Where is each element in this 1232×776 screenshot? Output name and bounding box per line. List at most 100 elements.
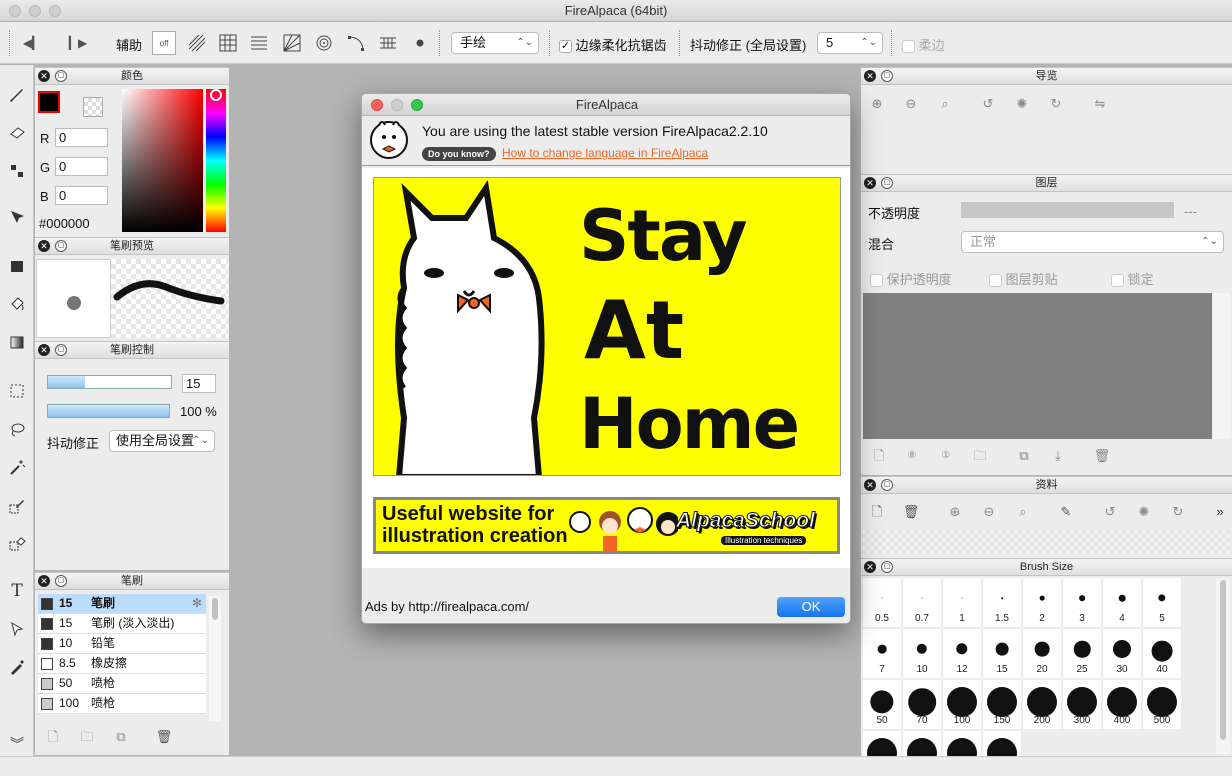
merge-down-icon[interactable]: ⤓ [1049,447,1067,465]
zoom-fit-icon[interactable]: ⌕ [936,95,954,113]
brush-size-cell[interactable]: 15 [983,629,1021,678]
brush-stabilizer-select[interactable]: 使用全局设置 ⌃⌄ [109,430,215,452]
brush-size-cell[interactable]: 2 [1023,578,1061,627]
hue-slider[interactable] [206,89,226,232]
more-icon[interactable]: » [1211,503,1229,521]
brush-opacity-slider[interactable] [47,404,170,418]
brush-size-cell[interactable]: 300 [1063,680,1101,729]
lasso-tool-icon[interactable] [6,418,28,440]
brush-size-cell[interactable]: 30 [1103,629,1141,678]
close-icon[interactable]: ✕ [864,479,876,491]
snap-parallel-icon[interactable] [185,31,209,55]
gear-icon[interactable]: ✻ [192,594,202,613]
snap-circle-icon[interactable] [312,31,336,55]
rotate-reset-icon[interactable]: ✺ [1013,95,1031,113]
select-tool-icon[interactable] [6,380,28,402]
new-material-icon[interactable]: 🗋 [868,503,886,521]
scrollbar-thumb[interactable] [212,598,218,620]
delete-material-icon[interactable]: 🗑 [902,503,920,521]
rotate-left-icon[interactable]: ↺ [1101,503,1119,521]
brush-size-cell[interactable]: 0.7 [903,578,941,627]
move-tool-icon[interactable] [6,206,28,228]
brush-size-cell[interactable] [903,731,941,756]
dock-icon[interactable]: ▢ [881,70,893,82]
brush-list-item[interactable]: 15 笔刷 ✻ [38,594,206,614]
gradient-tool-icon[interactable] [6,331,28,353]
dialog-close-button[interactable] [371,99,383,111]
zoom-window-button[interactable] [49,5,61,17]
hue-handle[interactable] [210,89,222,101]
brush-size-cell[interactable]: 0.5 [863,578,901,627]
redo-icon[interactable]: ▎▶ [66,31,90,55]
rotate-right-icon[interactable]: ↻ [1169,503,1187,521]
snap-off-button[interactable]: off [152,31,176,55]
undo-icon[interactable]: ◀▎ [20,31,44,55]
trash-icon[interactable]: 🗑 [155,728,173,746]
eraser-tool-icon[interactable] [6,121,28,143]
ok-button[interactable]: OK [777,597,845,617]
secondary-color-swatch[interactable] [83,97,103,117]
new-folder-icon[interactable]: 🗀 [971,447,989,465]
close-icon[interactable]: ✕ [38,575,50,587]
scrollbar-thumb[interactable] [1220,580,1226,740]
zoom-fit-icon[interactable]: ⌕ [1014,503,1032,521]
brush-size-cell[interactable]: 10 [903,629,941,678]
brush-list-scrollbar[interactable] [209,596,221,721]
new-8bit-layer-icon[interactable]: ⑧ [903,447,921,465]
material-list[interactable] [862,530,1231,554]
fill-rect-tool-icon[interactable] [6,255,28,277]
dock-icon[interactable]: ▢ [881,561,893,573]
snap-grid-icon[interactable] [216,31,240,55]
dot-icon[interactable] [408,31,432,55]
brush-list-item[interactable]: 10 铅笔 [38,634,206,654]
brush-size-cell[interactable]: 100 [943,680,981,729]
close-icon[interactable]: ✕ [864,561,876,573]
dialog-zoom-button[interactable] [411,99,423,111]
snap-radial-icon[interactable] [280,31,304,55]
select-eraser-tool-icon[interactable] [6,532,28,554]
blend-mode-select[interactable]: 正常 ⌃⌄ [961,231,1224,253]
dock-icon[interactable]: ▢ [881,479,893,491]
protect-alpha-checkbox[interactable]: 保护透明度 [870,269,952,288]
brush-size-cell[interactable]: 5 [1143,578,1181,627]
expand-tools-icon[interactable]: ︾ [6,733,28,755]
brush-size-cell[interactable]: 4 [1103,578,1141,627]
brush-size-cell[interactable] [943,731,981,756]
stay-at-home-banner[interactable]: Stay At Home [373,177,841,476]
duplicate-icon[interactable]: ⧉ [112,728,130,746]
brush-size-cell[interactable]: 20 [1023,629,1061,678]
dot-tool-icon[interactable] [6,160,28,182]
brush-size-cell[interactable]: 12 [943,629,981,678]
bucket-tool-icon[interactable] [6,293,28,315]
dock-icon[interactable]: ▢ [55,344,67,356]
minimize-window-button[interactable] [29,5,41,17]
antialias-checkbox[interactable]: ✓ 边缘柔化抗锯齿 [559,35,667,54]
dialog-minimize-button[interactable] [391,99,403,111]
rotate-reset-icon[interactable]: ✺ [1135,503,1153,521]
brush-size-cell[interactable]: 50 [863,680,901,729]
lock-checkbox[interactable]: 锁定 [1111,269,1154,288]
brush-size-slider[interactable] [47,375,172,389]
new-layer-icon[interactable]: 🗋 [870,447,888,465]
brush-size-cell[interactable] [983,731,1021,756]
g-field[interactable]: 0 [55,157,108,176]
b-field[interactable]: 0 [55,186,108,205]
layer-list-scrollbar[interactable] [1213,293,1230,439]
layer-opacity-slider[interactable] [961,202,1174,218]
tip-link[interactable]: How to change language in FireAlpaca [502,146,708,160]
brush-size-cell[interactable]: 400 [1103,680,1141,729]
layer-list[interactable] [863,293,1212,439]
brush-list-item[interactable]: 15 笔刷 (淡入淡出) [38,614,206,634]
dock-icon[interactable]: ▢ [881,177,893,189]
rotate-left-icon[interactable]: ↺ [979,95,997,113]
close-icon[interactable]: ✕ [38,70,50,82]
new-1bit-layer-icon[interactable]: ① [937,447,955,465]
brush-size-cell[interactable]: 150 [983,680,1021,729]
delete-layer-icon[interactable]: 🗑 [1093,447,1111,465]
eyedropper-icon[interactable]: ✎ [1057,503,1075,521]
magic-wand-tool-icon[interactable] [6,456,28,478]
brush-size-cell[interactable]: 70 [903,680,941,729]
snap-curve-icon[interactable] [344,31,368,55]
draw-mode-select[interactable]: 手绘 ⌃⌄ [451,32,539,54]
saturation-value-picker[interactable] [122,89,203,232]
